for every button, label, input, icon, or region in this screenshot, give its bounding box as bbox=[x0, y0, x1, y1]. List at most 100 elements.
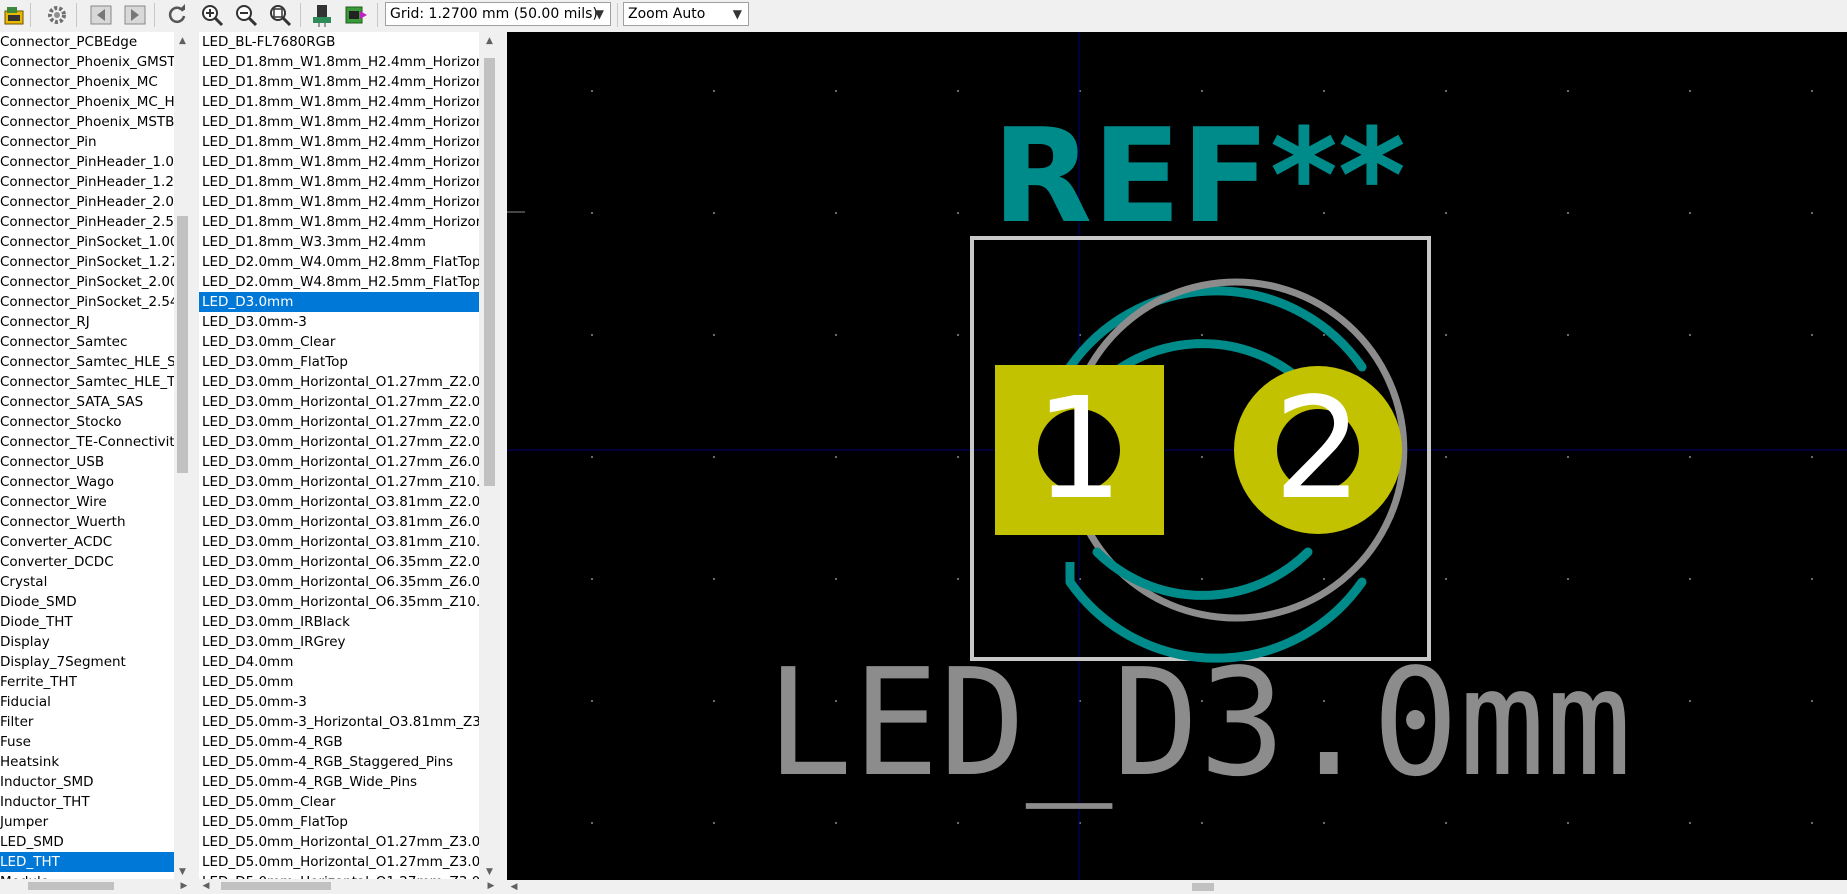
grid-select[interactable]: Grid: 1.2700 mm (50.00 mils) ▼ bbox=[385, 2, 611, 26]
footprint-list-item[interactable]: LED_D2.0mm_W4.8mm_H2.5mm_FlatTop bbox=[199, 272, 479, 292]
insert-footprint-icon[interactable] bbox=[343, 2, 369, 28]
scroll-left-icon[interactable]: ◀ bbox=[199, 879, 213, 893]
library-list-item[interactable]: LED_SMD bbox=[0, 832, 174, 852]
scroll-thumb[interactable] bbox=[177, 216, 188, 473]
footprint-list-item[interactable]: LED_D5.0mm bbox=[199, 672, 479, 692]
scroll-thumb[interactable] bbox=[221, 882, 331, 890]
footprint-list-item[interactable]: LED_D5.0mm_Horizontal_O1.27mm_Z3.0mm bbox=[199, 852, 479, 872]
load-footprint-icon[interactable] bbox=[1, 2, 27, 28]
library-list-item[interactable]: Connector_PinSocket_1.00r bbox=[0, 232, 174, 252]
library-list-item[interactable]: Inductor_THT bbox=[0, 792, 174, 812]
scroll-thumb[interactable] bbox=[1192, 883, 1214, 891]
footprint-list-item[interactable]: LED_D3.0mm_Horizontal_O1.27mm_Z6.0mm bbox=[199, 452, 479, 472]
footprint-list-item[interactable]: LED_D3.0mm_FlatTop bbox=[199, 352, 479, 372]
footprint-list-item[interactable]: LED_D3.0mm bbox=[199, 292, 479, 312]
forward-icon[interactable] bbox=[122, 2, 148, 28]
library-list-item[interactable]: Connector_Phoenix_MC_Hi bbox=[0, 92, 174, 112]
footprint-list-item[interactable]: LED_D3.0mm_Horizontal_O3.81mm_Z10.0mm bbox=[199, 532, 479, 552]
library-list-item[interactable]: Filter bbox=[0, 712, 174, 732]
footprint-list-item[interactable]: LED_D5.0mm_FlatTop bbox=[199, 812, 479, 832]
zoom-select[interactable]: Zoom Auto ▼ bbox=[623, 2, 749, 26]
library-list-item[interactable]: Connector_PinHeader_1.00 bbox=[0, 152, 174, 172]
footprint-list-item[interactable]: LED_D3.0mm_Horizontal_O6.35mm_Z2.0mm bbox=[199, 552, 479, 572]
library-list-item[interactable]: Ferrite_THT bbox=[0, 672, 174, 692]
footprint-list-item[interactable]: LED_D1.8mm_W1.8mm_H2.4mm_Horizontal bbox=[199, 212, 479, 232]
library-list-item[interactable]: Diode_THT bbox=[0, 612, 174, 632]
library-list-item[interactable]: Connector_PinHeader_2.54 bbox=[0, 212, 174, 232]
scroll-down-icon[interactable]: ▼ bbox=[174, 863, 191, 880]
footprint-preview-canvas[interactable]: REF** 1 2 LED_D3.0mm bbox=[507, 32, 1847, 880]
footprint-list-item[interactable]: LED_D3.0mm_IRGrey bbox=[199, 632, 479, 652]
zoom-in-icon[interactable] bbox=[199, 2, 225, 28]
library-list-item[interactable]: Inductor_SMD bbox=[0, 772, 174, 792]
scroll-left-icon[interactable]: ◀ bbox=[507, 880, 521, 894]
footprint-list-item[interactable]: LED_D3.0mm-3 bbox=[199, 312, 479, 332]
zoom-out-icon[interactable] bbox=[233, 2, 259, 28]
library-list-item[interactable]: Connector_Wago bbox=[0, 472, 174, 492]
library-list-item[interactable]: Connector_Stocko bbox=[0, 412, 174, 432]
footprint-list-item[interactable]: LED_D5.0mm-4_RGB bbox=[199, 732, 479, 752]
library-list-item[interactable]: Converter_DCDC bbox=[0, 552, 174, 572]
footprint-list-hscrollbar[interactable]: ◀ ▶ bbox=[199, 879, 498, 893]
scroll-up-icon[interactable]: ▲ bbox=[174, 32, 191, 49]
footprint-list-item[interactable]: LED_D5.0mm-4_RGB_Staggered_Pins bbox=[199, 752, 479, 772]
footprint-list-item[interactable]: LED_D3.0mm_Horizontal_O3.81mm_Z6.0mm bbox=[199, 512, 479, 532]
library-list-item[interactable]: Jumper bbox=[0, 812, 174, 832]
footprint-list-item[interactable]: LED_D1.8mm_W1.8mm_H2.4mm_Horizontal bbox=[199, 72, 479, 92]
back-icon[interactable] bbox=[88, 2, 114, 28]
library-list-item[interactable]: Connector_USB bbox=[0, 452, 174, 472]
footprint-list-item[interactable]: LED_D1.8mm_W1.8mm_H2.4mm_Horizontal bbox=[199, 92, 479, 112]
library-list-item[interactable]: Connector_Samtec_HLE_SM bbox=[0, 352, 174, 372]
library-list-hscrollbar[interactable]: ▶ bbox=[0, 879, 191, 893]
footprint-list-item[interactable]: LED_D3.0mm_Horizontal_O1.27mm_Z2.0mm bbox=[199, 412, 479, 432]
footprint-list-item[interactable]: LED_D5.0mm_Clear bbox=[199, 792, 479, 812]
library-list-item[interactable]: Fiducial bbox=[0, 692, 174, 712]
footprint-list-item[interactable]: LED_D3.0mm_Clear bbox=[199, 332, 479, 352]
footprint-list-vscrollbar[interactable]: ▲ ▼ bbox=[481, 32, 498, 880]
footprint-list-item[interactable]: LED_D3.0mm_Horizontal_O6.35mm_Z6.0mm bbox=[199, 572, 479, 592]
3d-viewer-icon[interactable] bbox=[309, 2, 335, 28]
library-list-item[interactable]: Converter_ACDC bbox=[0, 532, 174, 552]
library-list-item[interactable]: Connector_Samtec_HLE_TH bbox=[0, 372, 174, 392]
library-list-item[interactable]: Connector_Phoenix_MC bbox=[0, 72, 174, 92]
library-list-item[interactable]: Crystal bbox=[0, 572, 174, 592]
scroll-right-icon[interactable]: ▶ bbox=[177, 879, 191, 893]
footprint-list-item[interactable]: LED_D1.8mm_W3.3mm_H2.4mm bbox=[199, 232, 479, 252]
scroll-up-icon[interactable]: ▲ bbox=[481, 32, 498, 49]
library-list-item[interactable]: Connector_Wire bbox=[0, 492, 174, 512]
settings-icon[interactable] bbox=[44, 2, 70, 28]
library-list-item[interactable]: Connector_Phoenix_GMSTB bbox=[0, 52, 174, 72]
refresh-icon[interactable] bbox=[164, 2, 190, 28]
library-list-item[interactable]: Connector_TE-Connectivity bbox=[0, 432, 174, 452]
library-list-item[interactable]: LED_THT bbox=[0, 852, 174, 872]
canvas-hscrollbar[interactable]: ◀ bbox=[507, 880, 1847, 893]
scroll-thumb[interactable] bbox=[28, 882, 114, 890]
footprint-list-item[interactable]: LED_D1.8mm_W1.8mm_H2.4mm_Horizontal bbox=[199, 152, 479, 172]
library-list-item[interactable]: Connector_PinSocket_2.54r bbox=[0, 292, 174, 312]
footprint-list-item[interactable]: LED_D3.0mm_Horizontal_O6.35mm_Z10.0mm bbox=[199, 592, 479, 612]
library-list-item[interactable]: Connector_Pin bbox=[0, 132, 174, 152]
library-list-item[interactable]: Connector_PCBEdge bbox=[0, 32, 174, 52]
library-list-item[interactable]: Diode_SMD bbox=[0, 592, 174, 612]
footprint-list-item[interactable]: LED_D1.8mm_W1.8mm_H2.4mm_Horizontal bbox=[199, 132, 479, 152]
library-list-item[interactable]: Connector_SATA_SAS bbox=[0, 392, 174, 412]
footprint-list-item[interactable]: LED_D3.0mm_IRBlack bbox=[199, 612, 479, 632]
footprint-list-item[interactable]: LED_D5.0mm-4_RGB_Wide_Pins bbox=[199, 772, 479, 792]
footprint-list-item[interactable]: LED_D3.0mm_Horizontal_O1.27mm_Z2.0mm bbox=[199, 392, 479, 412]
footprint-list-item[interactable]: LED_D4.0mm bbox=[199, 652, 479, 672]
footprint-list-item[interactable]: LED_D3.0mm_Horizontal_O3.81mm_Z2.0mm bbox=[199, 492, 479, 512]
library-list-item[interactable]: Connector_PinSocket_2.00r bbox=[0, 272, 174, 292]
library-list-item[interactable]: Heatsink bbox=[0, 752, 174, 772]
footprint-list-item[interactable]: LED_D3.0mm_Horizontal_O1.27mm_Z2.0mm bbox=[199, 372, 479, 392]
library-list-vscrollbar[interactable]: ▲ ▼ bbox=[174, 32, 191, 880]
library-list-item[interactable]: Display bbox=[0, 632, 174, 652]
footprint-list-item[interactable]: LED_D5.0mm-3 bbox=[199, 692, 479, 712]
scroll-down-icon[interactable]: ▼ bbox=[481, 863, 498, 880]
footprint-list-item[interactable]: LED_D3.0mm_Horizontal_O1.27mm_Z10.0mm bbox=[199, 472, 479, 492]
footprint-list-item[interactable]: LED_D2.0mm_W4.0mm_H2.8mm_FlatTop bbox=[199, 252, 479, 272]
library-list-item[interactable]: Connector_Wuerth bbox=[0, 512, 174, 532]
footprint-list-item[interactable]: LED_D5.0mm-3_Horizontal_O3.81mm_Z3.0mm bbox=[199, 712, 479, 732]
footprint-list-item[interactable]: LED_D3.0mm_Horizontal_O1.27mm_Z2.0mm bbox=[199, 432, 479, 452]
library-list-item[interactable]: Connector_PinHeader_1.27 bbox=[0, 172, 174, 192]
footprint-list-item[interactable]: LED_BL-FL7680RGB bbox=[199, 32, 479, 52]
